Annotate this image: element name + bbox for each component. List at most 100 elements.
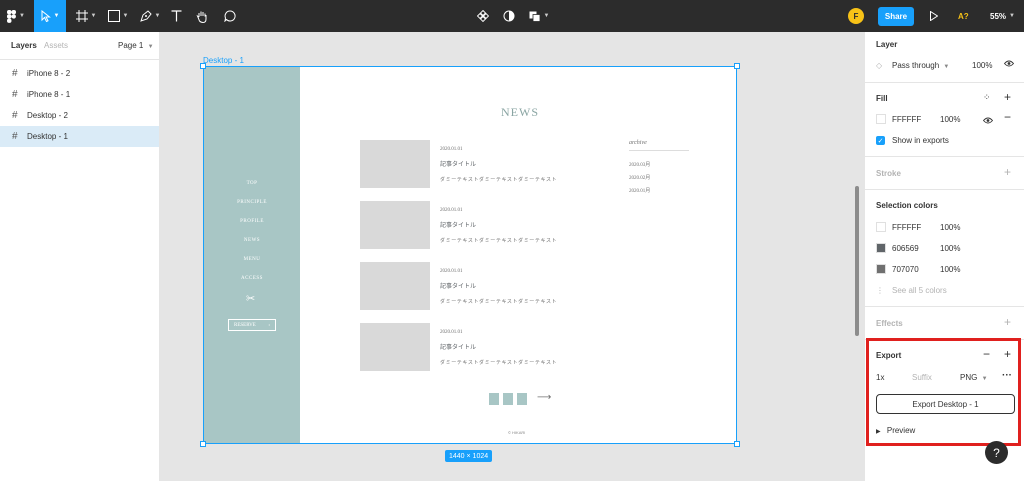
layer-opacity-input[interactable]: 100% xyxy=(972,61,992,70)
page-selector[interactable]: Page 1 ▼ xyxy=(118,41,154,50)
nav-item-menu[interactable]: MENU xyxy=(204,257,300,262)
chevron-down-icon: ▼ xyxy=(147,44,154,50)
add-stroke-icon[interactable]: + xyxy=(1004,165,1011,179)
hand-tool-button[interactable] xyxy=(192,0,212,32)
styles-grid-icon[interactable]: ⁘ xyxy=(983,92,991,103)
layer-row[interactable]: # iPhone 8 - 2 xyxy=(0,63,159,84)
divider xyxy=(865,306,1024,307)
shape-tool-button[interactable]: ▼ xyxy=(102,0,134,32)
tab-layers[interactable]: Layers xyxy=(11,41,37,50)
layer-name: Desktop - 2 xyxy=(27,111,68,120)
nav-item-principle[interactable]: PRINCIPLE xyxy=(204,200,300,205)
article-text: ダミーテキストダミーテキストダミーテキスト xyxy=(440,239,558,244)
share-button[interactable]: Share xyxy=(878,7,914,26)
eye-icon[interactable] xyxy=(982,116,994,127)
blend-mode-dropdown[interactable]: Pass through ▼ xyxy=(892,61,949,70)
nav-item-top[interactable]: TOP xyxy=(204,181,300,186)
pen-tool-button[interactable]: ▼ xyxy=(134,0,166,32)
article-text: ダミーテキストダミーテキストダミーテキスト xyxy=(440,300,558,305)
color-hex[interactable]: FFFFFF xyxy=(892,223,921,232)
nav-item-news[interactable]: NEWS xyxy=(204,238,300,243)
cursor-icon xyxy=(41,10,51,22)
main-menu-button[interactable]: ▼ xyxy=(0,0,32,32)
design-sidebar[interactable]: TOP PRINCIPLE PROFILE NEWS MENU ACCESS ✂… xyxy=(204,67,300,443)
color-swatch[interactable] xyxy=(876,264,886,274)
pagination-page[interactable] xyxy=(489,393,499,405)
pagination-page[interactable] xyxy=(503,393,513,405)
news-article[interactable]: 2020.01.01 記事タイトル ダミーテキストダミーテキストダミーテキスト xyxy=(360,140,620,188)
vertical-scrollbar[interactable] xyxy=(855,186,859,336)
fill-opacity-input[interactable]: 100% xyxy=(940,115,960,124)
archive-item[interactable]: 2020.03月 xyxy=(629,161,650,168)
nav-item-access[interactable]: ACCESS xyxy=(204,276,300,281)
accessibility-check-button[interactable]: A? xyxy=(958,0,969,32)
layer-row[interactable]: # iPhone 8 - 1 xyxy=(0,84,159,105)
blend-mode-value: Pass through xyxy=(892,61,940,70)
desktop-frame[interactable]: TOP PRINCIPLE PROFILE NEWS MENU ACCESS ✂… xyxy=(203,66,737,444)
news-article[interactable]: 2020.01.01 記事タイトル ダミーテキストダミーテキストダミーテキスト xyxy=(360,262,620,310)
article-text: ダミーテキストダミーテキストダミーテキスト xyxy=(440,361,558,366)
color-opacity[interactable]: 100% xyxy=(940,223,960,232)
page-name: Page 1 xyxy=(118,41,144,50)
help-button[interactable]: ? xyxy=(985,441,1008,464)
color-swatch[interactable] xyxy=(876,243,886,253)
add-fill-icon[interactable]: + xyxy=(1004,90,1011,104)
show-in-exports-checkbox[interactable]: ✓ xyxy=(876,136,885,145)
chevron-down-icon: ▼ xyxy=(543,13,550,19)
article-date: 2020.01.01 xyxy=(440,208,463,213)
resize-handle[interactable] xyxy=(734,63,740,69)
text-tool-button[interactable] xyxy=(166,0,186,32)
remove-fill-icon[interactable]: − xyxy=(1004,110,1011,124)
boolean-groups-button[interactable]: ▼ xyxy=(528,0,550,32)
resize-handle[interactable] xyxy=(734,441,740,447)
tab-assets[interactable]: Assets xyxy=(44,41,68,50)
article-date: 2020.01.01 xyxy=(440,269,463,274)
color-swatch[interactable] xyxy=(876,222,886,232)
frame-tool-button[interactable]: ▼ xyxy=(70,0,102,32)
nav-item-profile[interactable]: PROFILE xyxy=(204,219,300,224)
mask-button[interactable] xyxy=(500,0,518,32)
archive-item[interactable]: 2020.01月 xyxy=(629,187,650,194)
layer-name: iPhone 8 - 2 xyxy=(27,69,71,78)
pagination-page[interactable] xyxy=(517,393,527,405)
components-button[interactable] xyxy=(474,0,492,32)
comment-icon xyxy=(224,10,236,22)
color-hex[interactable]: 707070 xyxy=(892,265,919,274)
frame-icon xyxy=(75,10,88,22)
show-in-exports-label: Show in exports xyxy=(892,136,949,145)
frame-size-badge: 1440 × 1024 xyxy=(445,450,493,462)
color-opacity[interactable]: 100% xyxy=(940,265,960,274)
blend-mode-icon: ◇ xyxy=(876,61,883,70)
fill-hex-input[interactable]: FFFFFF xyxy=(892,115,921,124)
figma-logo-icon xyxy=(7,9,17,23)
zoom-dropdown[interactable]: 55% ▼ xyxy=(990,0,1015,32)
divider xyxy=(865,82,1024,83)
news-article[interactable]: 2020.01.01 記事タイトル ダミーテキストダミーテキストダミーテキスト xyxy=(360,323,620,371)
eye-icon[interactable] xyxy=(1003,59,1015,70)
chevron-down-icon: ▼ xyxy=(1009,13,1015,19)
archive-item[interactable]: 2020.02月 xyxy=(629,174,650,181)
fill-swatch[interactable] xyxy=(876,114,886,124)
resize-handle[interactable] xyxy=(200,441,206,447)
layer-row[interactable]: # Desktop - 2 xyxy=(0,105,159,126)
layers-panel: Layers Assets Page 1 ▼ # iPhone 8 - 2 # … xyxy=(0,32,160,481)
present-button[interactable] xyxy=(926,0,942,32)
boolean-union-icon xyxy=(529,11,540,22)
layer-row-selected[interactable]: # Desktop - 1 xyxy=(0,126,159,147)
reserve-button[interactable]: RESERVE › xyxy=(228,319,276,331)
see-all-colors-link[interactable]: See all 5 colors xyxy=(892,286,947,295)
news-heading: NEWS xyxy=(501,105,539,119)
user-avatar[interactable]: F xyxy=(848,8,864,24)
move-tool-button[interactable]: ▼ xyxy=(34,0,66,32)
canvas[interactable]: Desktop - 1 TOP PRINCIPLE PROFILE NEWS M… xyxy=(160,32,864,481)
article-thumbnail xyxy=(360,140,430,188)
comment-tool-button[interactable] xyxy=(220,0,240,32)
article-title: 記事タイトル xyxy=(440,162,477,168)
color-opacity[interactable]: 100% xyxy=(940,244,960,253)
add-effect-icon[interactable]: + xyxy=(1004,315,1011,329)
resize-handle[interactable] xyxy=(200,63,206,69)
frame-label[interactable]: Desktop - 1 xyxy=(203,56,244,65)
color-hex[interactable]: 606569 xyxy=(892,244,919,253)
arrow-right-icon[interactable]: ⟶ xyxy=(537,392,551,403)
news-article[interactable]: 2020.01.01 記事タイトル ダミーテキストダミーテキストダミーテキスト xyxy=(360,201,620,249)
